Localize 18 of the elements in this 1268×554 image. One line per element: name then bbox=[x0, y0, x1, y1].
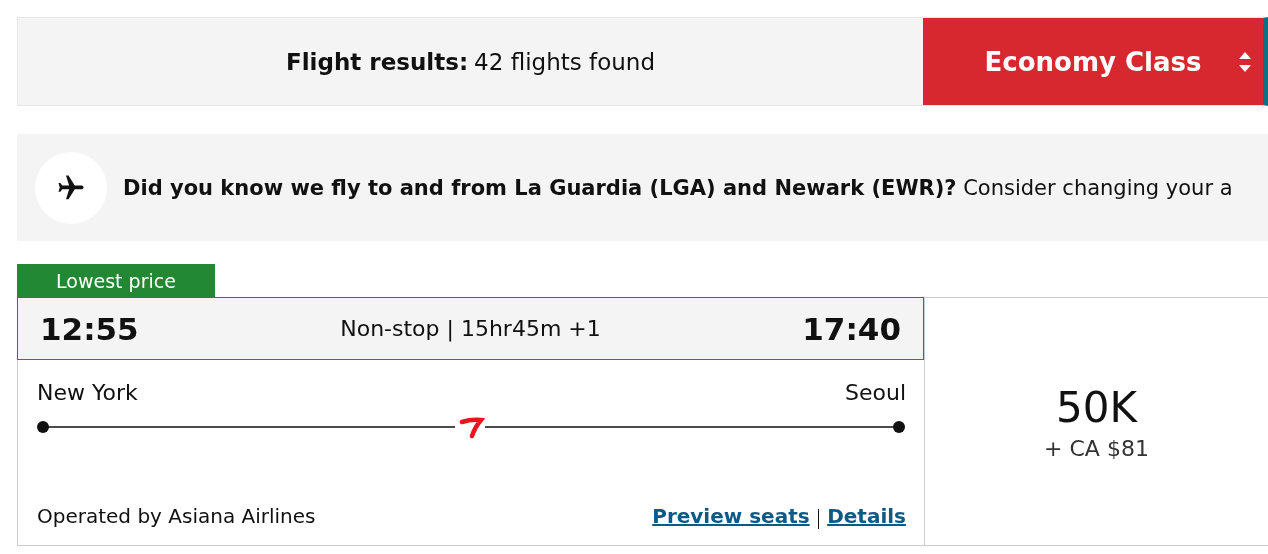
flight-link[interactable]: Preview seats bbox=[652, 504, 810, 528]
arrival-time: 17:40 bbox=[802, 310, 901, 347]
flight-link[interactable]: Details bbox=[827, 504, 906, 528]
price-panel[interactable]: 50K + CA $81 bbox=[925, 298, 1268, 545]
sort-arrows-icon bbox=[1239, 51, 1251, 73]
banner-text: Did you know we fly to and from La Guardia (LGA) and Newark (EWR)? Consider changing your a bbox=[123, 175, 1233, 200]
departure-time: 12:55 bbox=[40, 310, 139, 347]
destination-city: Seoul bbox=[845, 380, 906, 405]
cabin-select[interactable]: Economy Class bbox=[923, 18, 1263, 105]
points-price: 50K bbox=[1056, 382, 1137, 432]
results-label: Flight results: bbox=[286, 48, 469, 75]
lowest-price-tag: Lowest price bbox=[17, 264, 215, 297]
flight-summary: Non-stop | 15hr45m +1 bbox=[340, 316, 601, 341]
airline-logo-icon bbox=[459, 417, 485, 439]
results-count: 42 flights found bbox=[474, 48, 655, 75]
origin-city: New York bbox=[37, 380, 138, 405]
operator-text: Operated by Asiana Airlines bbox=[37, 504, 316, 528]
cash-price: + CA $81 bbox=[1044, 435, 1149, 461]
